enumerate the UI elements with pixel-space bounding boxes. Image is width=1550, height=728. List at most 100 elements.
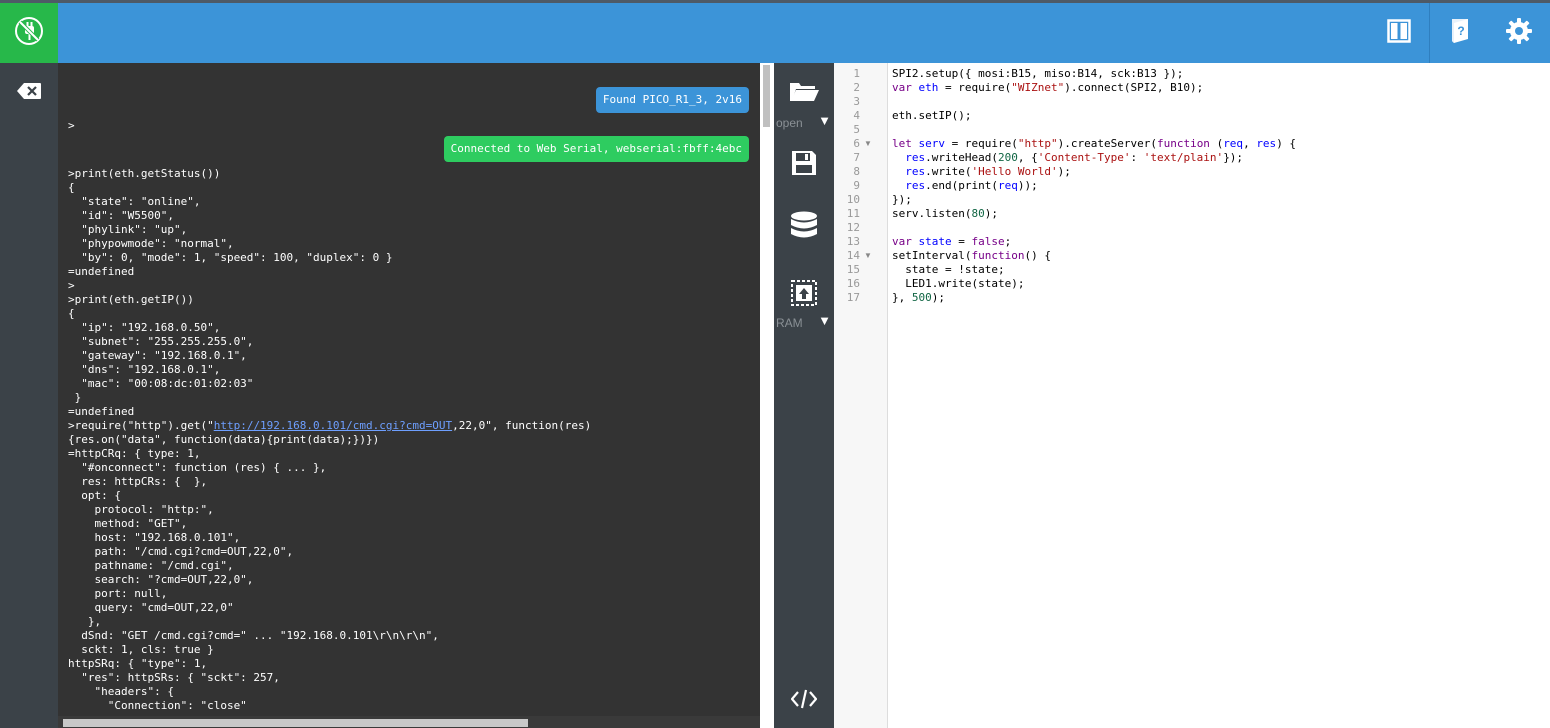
settings-button[interactable] — [1490, 3, 1548, 63]
console-line: protocol: "http:", — [68, 503, 214, 516]
code-token: = require( — [938, 81, 1012, 94]
code-view-button[interactable] — [774, 685, 834, 717]
documentation-button[interactable]: ? — [1430, 3, 1488, 63]
console-line: "ip": "192.168.0.50", — [68, 321, 221, 334]
code-brackets-icon — [790, 689, 818, 714]
code-token: ) { — [1276, 137, 1297, 150]
save-disk-icon — [791, 150, 817, 181]
console-line: port: null, — [68, 587, 168, 600]
folder-open-icon — [788, 79, 820, 108]
code-token: var — [892, 81, 919, 94]
fold-arrow-icon[interactable]: ▼ — [864, 249, 872, 263]
code-line: LED1.write(state); — [892, 277, 1542, 291]
code-token: function — [1156, 137, 1217, 150]
code-token: , — [1243, 137, 1257, 150]
scrollbar-thumb[interactable] — [763, 65, 770, 127]
console-text: >require("http").get(" — [68, 419, 214, 432]
console-text: ,22,0", function(res) — [452, 419, 592, 432]
clear-console-button[interactable] — [0, 79, 58, 107]
console-line: sckt: 1, cls: true } — [68, 643, 214, 656]
open-file-button[interactable] — [774, 75, 834, 111]
line-number: 17 — [846, 291, 860, 304]
help-book-icon: ? — [1448, 17, 1470, 50]
console-horizontal-scrollbar[interactable] — [58, 716, 760, 728]
console-line: method: "GET", — [68, 517, 188, 530]
status-message-connected: Connected to Web Serial, webserial:fbff:… — [443, 136, 749, 162]
code-token: res — [905, 151, 926, 164]
code-line: }, 500); — [892, 291, 1542, 305]
code-token: ; — [1004, 235, 1012, 248]
console-terminal[interactable]: Found PICO_R1_3, 2v16 > Connected to Web… — [58, 63, 760, 728]
console-line: "#onconnect": function (res) { ... }, — [68, 461, 327, 474]
console-line: httpSRq: { "type": 1, — [68, 657, 208, 670]
code-token: serv.listen( — [892, 207, 972, 220]
console-line: "phylink": "up", — [68, 223, 188, 236]
code-token: req — [1223, 137, 1244, 150]
scrollbar-thumb[interactable] — [63, 719, 528, 727]
line-number: 4 — [853, 109, 860, 122]
storage-button[interactable] — [774, 209, 834, 249]
code-line: let serv = require("http").createServer(… — [892, 137, 1542, 151]
console-line: "state": "online", — [68, 195, 201, 208]
code-token: }); — [892, 193, 912, 206]
console-line: >print(eth.getStatus()) — [68, 167, 221, 180]
upload-button[interactable] — [774, 277, 834, 313]
line-number: 5 — [853, 123, 860, 136]
console-line: host: "192.168.0.101", — [68, 531, 241, 544]
code-editor[interactable]: SPI2.setup({ mosi:B15, miso:B14, sck:B13… — [892, 67, 1542, 305]
line-number: 12 — [846, 221, 860, 234]
save-button[interactable] — [774, 147, 834, 183]
line-number: 7 — [853, 151, 860, 164]
console-line: >require("http").get("http://192.168.0.1… — [68, 419, 758, 433]
code-token: eth — [918, 81, 939, 94]
console-line: { — [68, 307, 75, 320]
line-number: 16 — [846, 277, 860, 290]
layout-toggle-button[interactable] — [1370, 3, 1428, 63]
console-link[interactable]: http://192.168.0.101/cmd.cgi?cmd=OUT — [214, 419, 452, 432]
split-layout-icon — [1387, 18, 1411, 48]
connect-button[interactable] — [0, 3, 58, 63]
code-token: ).connect(SPI2, B10); — [1064, 81, 1204, 94]
code-token: = — [951, 235, 972, 248]
console-line: =undefined — [68, 405, 135, 418]
code-line: state = !state; — [892, 263, 1542, 277]
code-line: }); — [892, 193, 1542, 207]
triangle-down-icon[interactable]: ▼ — [818, 113, 831, 128]
code-line: eth.setIP(); — [892, 109, 1542, 123]
code-token: res — [905, 165, 926, 178]
line-number: 3 — [853, 95, 860, 108]
line-number: 6 — [853, 137, 860, 150]
code-line: var eth = require("WIZnet").connect(SPI2… — [892, 81, 1542, 95]
ram-label: RAM — [776, 316, 803, 330]
code-line: serv.listen(80); — [892, 207, 1542, 221]
code-token: () { — [1024, 249, 1051, 262]
code-token: state = !state; — [892, 263, 1005, 276]
triangle-down-icon[interactable]: ▼ — [818, 313, 831, 328]
console-line: "res": httpSRs: { "sckt": 257, — [68, 671, 280, 684]
code-token: .writeHead( — [925, 151, 998, 164]
code-token: LED1.write(state); — [892, 277, 1025, 290]
console-line: "gateway": "192.168.0.1", — [68, 349, 247, 362]
console-vertical-scrollbar[interactable] — [760, 63, 774, 728]
editor-gutter: 1 2 3 4 5 6 ▼ 7 8 9 10 11 12 13 14 ▼ 15 16 17 — [834, 63, 888, 728]
fold-arrow-icon[interactable]: ▼ — [864, 137, 872, 151]
top-toolbar: ? — [0, 3, 1550, 63]
console-line: "subnet": "255.255.255.0", — [68, 335, 254, 348]
code-token: SPI2.setup({ mosi:B15, miso:B14, sck:B13… — [892, 67, 1184, 80]
console-line: =httpCRq: { type: 1, — [68, 447, 201, 460]
console-line: "mac": "00:08:dc:01:02:03" — [68, 377, 254, 390]
console-line: search: "?cmd=OUT,22,0", — [68, 573, 254, 586]
line-number: 14 — [846, 249, 860, 262]
console-line: "dns": "192.168.0.1", — [68, 363, 221, 376]
code-token: var — [892, 235, 919, 248]
console-line: pathname: "/cmd.cgi", — [68, 559, 234, 572]
console-line: {res.on("data", function(data){print(dat… — [68, 433, 380, 446]
console-side-strip — [0, 63, 58, 728]
code-token: 'Hello World' — [971, 165, 1058, 178]
code-token: ); — [931, 291, 945, 304]
console-line: path: "/cmd.cgi?cmd=OUT,22,0", — [68, 545, 294, 558]
